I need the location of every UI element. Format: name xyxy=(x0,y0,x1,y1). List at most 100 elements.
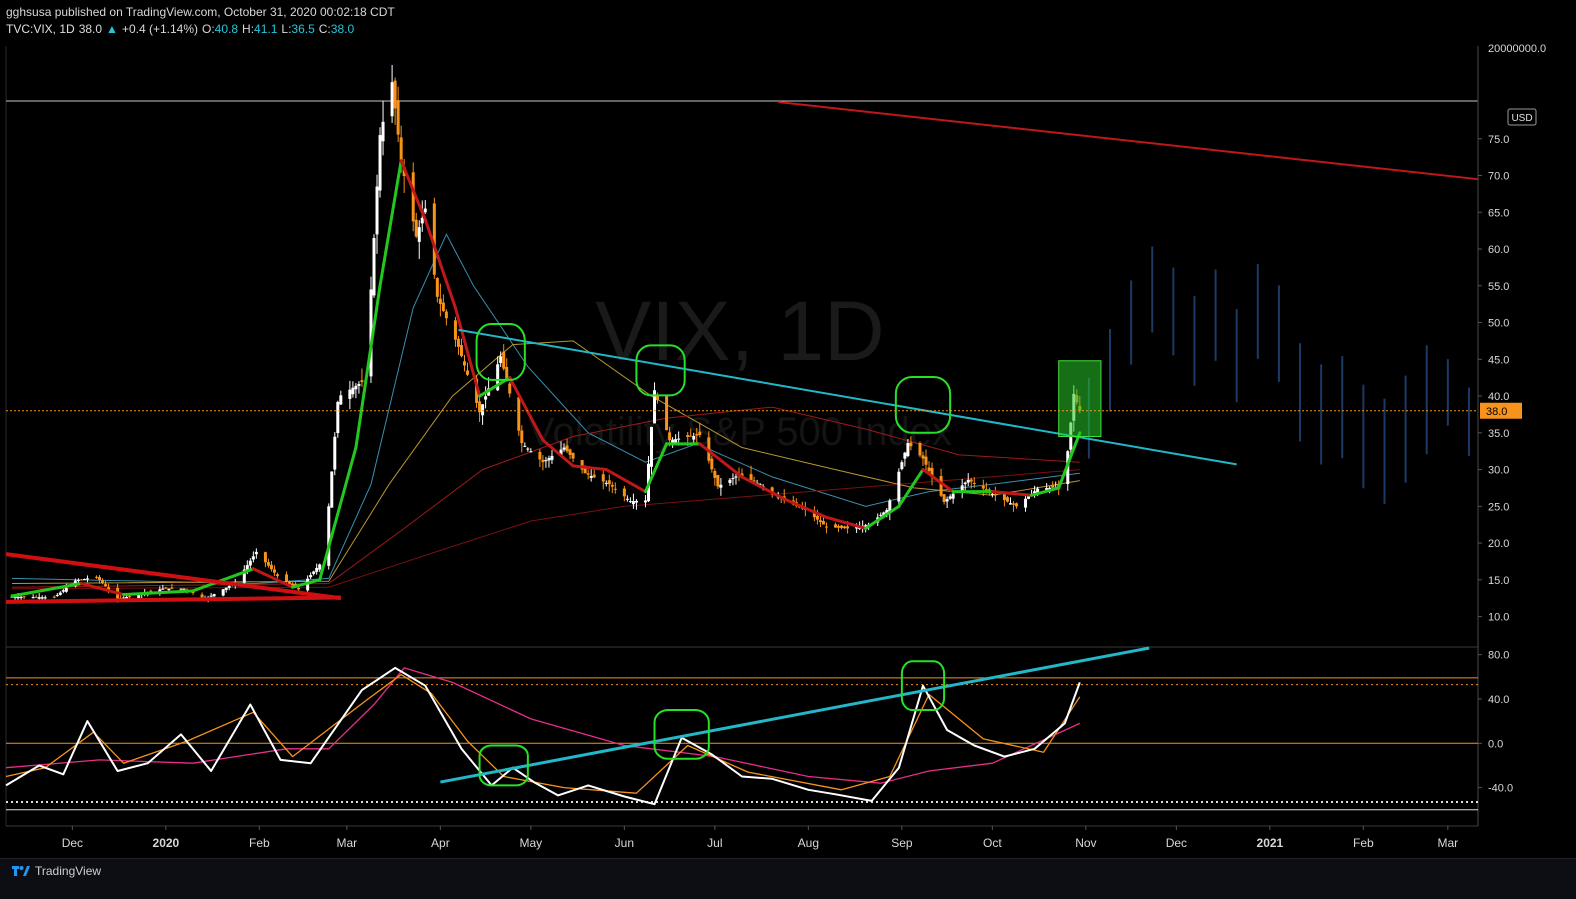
candle-body xyxy=(435,277,439,297)
candle-body xyxy=(550,455,554,460)
candle-body xyxy=(179,588,183,590)
candle-body xyxy=(164,587,168,589)
candle-body xyxy=(339,395,343,405)
candle-body xyxy=(212,594,216,597)
candle-body xyxy=(101,580,105,584)
candle-body xyxy=(846,526,850,529)
candle-body xyxy=(251,556,255,560)
candle-body xyxy=(309,575,313,578)
candle-body xyxy=(927,467,931,471)
candle-body xyxy=(698,431,702,436)
candle-body xyxy=(990,493,994,495)
candle-body xyxy=(52,596,56,598)
candle-body xyxy=(411,172,415,222)
candle-body xyxy=(622,488,626,497)
time-tick-label: Feb xyxy=(1353,836,1374,850)
price-tick-label: 35.0 xyxy=(1488,428,1509,440)
candle-body xyxy=(969,479,973,482)
candle-body xyxy=(668,432,672,441)
candle-body xyxy=(1014,503,1018,507)
candle-body xyxy=(568,449,572,455)
time-tick-label: Jul xyxy=(707,836,722,850)
candle-body xyxy=(607,480,611,485)
candle-body xyxy=(734,476,738,478)
candle-body xyxy=(444,311,448,319)
price-tick-label: 50.0 xyxy=(1488,318,1509,330)
candle-body xyxy=(327,506,331,566)
ema-segment xyxy=(378,159,403,288)
wedge-lower-line xyxy=(5,595,341,604)
candle-body xyxy=(85,578,89,580)
time-tick-label: Mar xyxy=(337,836,358,850)
time-tick-label: Aug xyxy=(798,836,819,850)
candle-body xyxy=(224,587,228,590)
candle-body xyxy=(502,351,506,369)
time-tick-label: Dec xyxy=(1166,836,1187,850)
candle-body xyxy=(315,567,319,572)
candle-body xyxy=(538,451,542,460)
candle-body xyxy=(837,526,841,528)
red-trendline xyxy=(778,101,1479,181)
candle-body xyxy=(601,474,605,482)
candle-body xyxy=(900,462,904,470)
time-tick-label: Nov xyxy=(1075,836,1096,850)
candle-body xyxy=(43,597,47,599)
candle-body xyxy=(716,474,720,487)
candle-body xyxy=(221,589,225,596)
candle-body xyxy=(972,482,976,484)
price-tick-label: 25.0 xyxy=(1488,501,1509,513)
candle-body xyxy=(288,581,292,584)
candle-body xyxy=(423,208,427,213)
candle-body xyxy=(456,338,460,347)
oscillator-pane xyxy=(5,646,1478,811)
candle-body xyxy=(981,485,985,489)
price-tick-label: 10.0 xyxy=(1488,612,1509,624)
time-tick-label: 2020 xyxy=(153,836,180,850)
tradingview-logo-icon xyxy=(12,866,30,876)
candle-body xyxy=(903,452,907,459)
candle-body xyxy=(37,597,41,599)
candle-body xyxy=(571,452,575,459)
candle-body xyxy=(31,597,35,599)
candle-body xyxy=(19,596,23,598)
candle-body xyxy=(104,584,108,587)
candle-body xyxy=(396,100,400,135)
candle-body xyxy=(589,476,593,478)
candle-body xyxy=(149,590,153,592)
candle-body xyxy=(586,473,590,475)
candle-body xyxy=(731,478,735,480)
time-tick-label: Feb xyxy=(249,836,270,850)
candle-body xyxy=(227,586,231,588)
tradingview-logo[interactable]: TradingView xyxy=(12,864,101,878)
chart-canvas[interactable]: VIX, 1D Volatility S&P 500 Index 10.0 15.… xyxy=(0,0,1576,858)
candle-body xyxy=(58,592,62,595)
candle-body xyxy=(499,356,503,363)
candle-body xyxy=(1011,503,1015,505)
candle-body xyxy=(378,135,382,191)
time-tick-label: 2021 xyxy=(1257,836,1284,850)
time-tick-label: Jun xyxy=(615,836,634,850)
candle-body xyxy=(840,525,844,528)
candle-body xyxy=(906,443,910,457)
currency-label: USD xyxy=(1511,113,1532,124)
candle-body xyxy=(348,389,352,399)
candle-body xyxy=(520,430,524,444)
candle-body xyxy=(1051,484,1055,488)
candle-body xyxy=(22,596,26,598)
candle-body xyxy=(526,448,530,450)
candle-body xyxy=(1027,496,1031,499)
candle-body xyxy=(924,456,928,465)
candle-body xyxy=(1024,498,1028,508)
candle-body xyxy=(266,562,270,566)
candle-body xyxy=(628,501,632,503)
candle-body xyxy=(643,500,647,503)
candle-body xyxy=(689,435,693,437)
candle-body xyxy=(565,445,569,452)
ema-segment xyxy=(318,446,358,582)
candle-body xyxy=(40,597,44,599)
candle-body xyxy=(523,445,527,447)
candle-body xyxy=(963,482,967,485)
candle-body xyxy=(64,587,68,592)
candle-body xyxy=(686,434,690,438)
price-tick-label: 75.0 xyxy=(1488,134,1509,146)
